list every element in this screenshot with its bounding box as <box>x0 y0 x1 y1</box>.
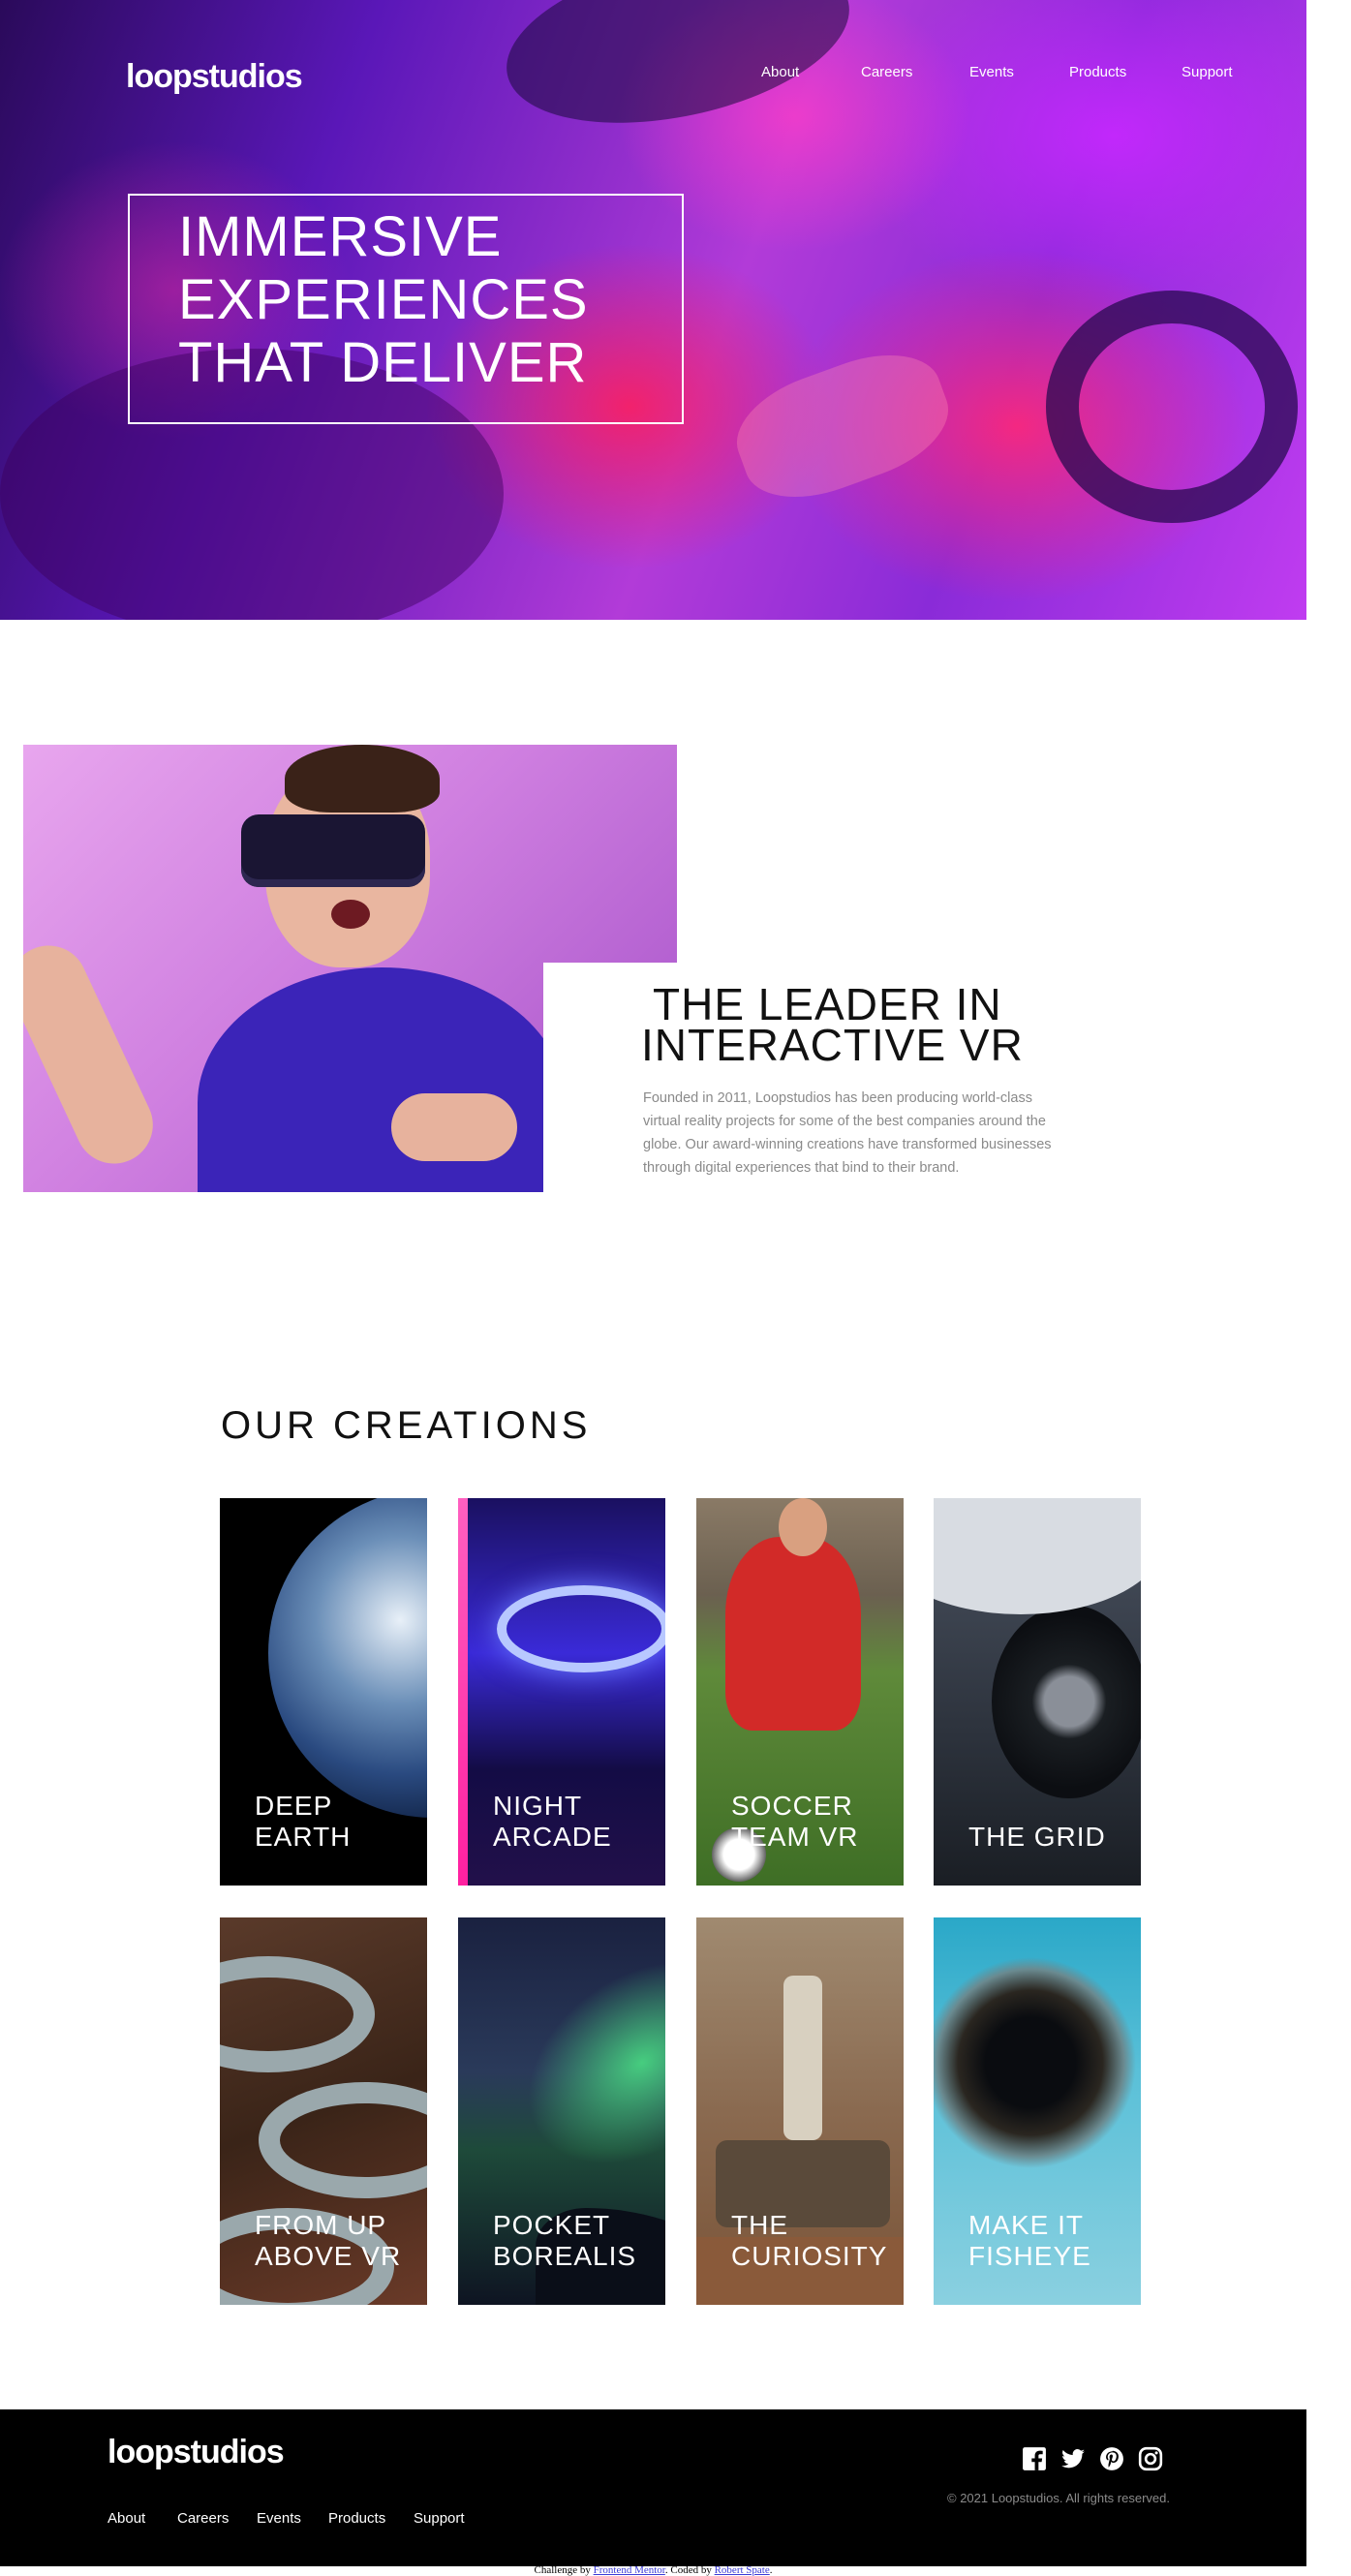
creation-label: POCKET BOREALIS <box>493 2210 636 2272</box>
social-links <box>1022 2446 1163 2471</box>
creation-label: THE GRID <box>968 1822 1106 1853</box>
about-title: THE LEADER IN INTERACTIVE VR <box>641 979 1024 1070</box>
author-link[interactable]: Robert Spate <box>715 2564 770 2576</box>
twitter-icon[interactable] <box>1060 2446 1086 2471</box>
frontend-mentor-link[interactable]: Frontend Mentor <box>594 2564 665 2576</box>
nav-link-events[interactable]: Events <box>969 64 1014 80</box>
car-body-image <box>934 1498 1141 1614</box>
hero-title-line: EXPERIENCES <box>178 268 589 331</box>
creation-card-deep-earth[interactable]: DEEP EARTH <box>220 1498 427 1886</box>
aurora-image <box>488 1918 665 2207</box>
attribution-prefix: Challenge by <box>534 2564 594 2576</box>
creation-label-line: POCKET <box>493 2210 611 2240</box>
creation-card-the-grid[interactable]: THE GRID <box>934 1498 1141 1886</box>
creation-label-line: FISHEYE <box>968 2241 1091 2271</box>
creation-label: FROM UP ABOVE VR <box>255 2210 401 2272</box>
footer-link-support[interactable]: Support <box>414 2510 465 2527</box>
creation-card-pocket-borealis[interactable]: POCKET BOREALIS <box>458 1917 665 2305</box>
hero-title-line: THAT DELIVER <box>178 331 588 394</box>
road-curve-image <box>220 1956 375 2072</box>
arcade-ring-image <box>497 1585 665 1672</box>
hero-photo-shape <box>491 0 865 151</box>
creations-title: OUR CREATIONS <box>221 1404 592 1447</box>
creation-label-line: SOCCER <box>731 1791 853 1821</box>
road-curve-image <box>259 2082 427 2198</box>
copyright-text: © 2021 Loopstudios. All rights reserved. <box>947 2491 1170 2505</box>
creation-label-line: CURIOSITY <box>731 2241 888 2271</box>
creation-card-night-arcade[interactable]: NIGHT ARCADE <box>458 1498 665 1886</box>
creation-label: DEEP EARTH <box>255 1791 351 1853</box>
creation-label-line: DEEP <box>255 1791 333 1821</box>
creation-card-soccer-team-vr[interactable]: SOCCER TEAM VR <box>696 1498 904 1886</box>
nav-link-support[interactable]: Support <box>1182 64 1233 80</box>
about-title-line: INTERACTIVE VR <box>641 1020 1024 1070</box>
rover-mast-image <box>783 1976 822 2140</box>
header-logo[interactable]: loopstudios <box>126 58 303 96</box>
footer-logo[interactable]: loopstudios <box>107 2434 285 2471</box>
creation-label-line: MAKE IT <box>968 2210 1085 2240</box>
creation-label-line: FROM UP <box>255 2210 387 2240</box>
pinterest-icon[interactable] <box>1099 2446 1124 2471</box>
creation-label: SOCCER TEAM VR <box>731 1791 858 1853</box>
photo-arm <box>23 933 166 1177</box>
hero-photo-shape <box>1046 291 1298 523</box>
about-text: Founded in 2011, Loopstudios has been pr… <box>643 1090 1052 1176</box>
photo-hair <box>285 745 440 813</box>
attribution-suffix: . <box>769 2564 773 2576</box>
footer-link-products[interactable]: Products <box>328 2510 385 2527</box>
fisheye-image <box>934 1956 1137 2169</box>
creation-label: NIGHT ARCADE <box>493 1791 612 1853</box>
soccer-player-image <box>725 1537 861 1731</box>
soccer-player-head <box>779 1498 827 1556</box>
creation-card-the-curiosity[interactable]: THE CURIOSITY <box>696 1917 904 2305</box>
nav-link-careers[interactable]: Careers <box>861 64 912 80</box>
creation-label-line: TEAM VR <box>731 1822 859 1852</box>
creation-label-line: THE <box>731 2210 788 2240</box>
attribution-middle: . Coded by <box>664 2564 715 2576</box>
creation-label-line: BOREALIS <box>493 2241 637 2271</box>
photo-shirt <box>198 967 566 1192</box>
creation-card-from-up-above-vr[interactable]: FROM UP ABOVE VR <box>220 1917 427 2305</box>
creation-label-line: EARTH <box>255 1822 352 1852</box>
creation-label-line: THE GRID <box>968 1822 1106 1852</box>
creation-card-make-it-fisheye[interactable]: MAKE IT FISHEYE <box>934 1917 1141 2305</box>
photo-vr-headset <box>241 814 425 887</box>
creation-label: MAKE IT FISHEYE <box>968 2210 1091 2272</box>
hero-section: loopstudios About Careers Events Product… <box>0 0 1306 620</box>
footer-link-careers[interactable]: Careers <box>177 2510 229 2527</box>
footer-link-events[interactable]: Events <box>257 2510 301 2527</box>
arcade-neon-image <box>458 1498 468 1886</box>
car-wheel-image <box>992 1605 1141 1798</box>
creation-label-line: ABOVE VR <box>255 2241 402 2271</box>
photo-mouth <box>331 900 370 929</box>
footer-link-about[interactable]: About <box>107 2510 145 2527</box>
creation-label-line: ARCADE <box>493 1822 612 1852</box>
facebook-icon[interactable] <box>1022 2446 1047 2471</box>
photo-arm <box>391 1093 517 1161</box>
creation-label: THE CURIOSITY <box>731 2210 887 2272</box>
earth-image <box>268 1498 427 1818</box>
nav-link-about[interactable]: About <box>761 64 799 80</box>
nav-link-products[interactable]: Products <box>1069 64 1126 80</box>
about-title-line: THE LEADER IN <box>653 979 1002 1029</box>
creation-label-line: NIGHT <box>493 1791 583 1821</box>
hero-title: IMMERSIVE EXPERIENCES THAT DELIVER <box>178 205 682 394</box>
attribution: Challenge by Frontend Mentor. Coded by R… <box>0 2564 1306 2576</box>
hero-title-line: IMMERSIVE <box>178 205 503 268</box>
hero-photo-shape <box>722 334 963 518</box>
hero-title-box: IMMERSIVE EXPERIENCES THAT DELIVER <box>128 194 684 424</box>
instagram-icon[interactable] <box>1138 2446 1163 2471</box>
footer: loopstudios About Careers Events Product… <box>0 2409 1306 2566</box>
